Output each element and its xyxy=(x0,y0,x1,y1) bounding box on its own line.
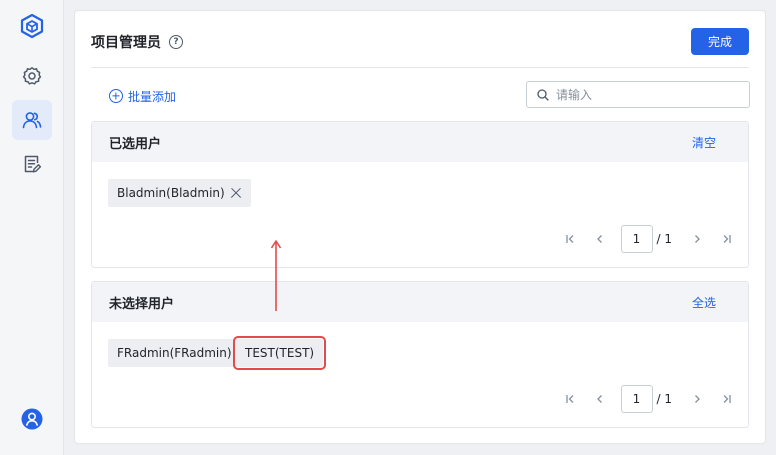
user-avatar-icon[interactable] xyxy=(12,399,52,439)
search-input[interactable] xyxy=(556,87,736,102)
page-number-input[interactable] xyxy=(620,225,653,253)
last-page-icon[interactable] xyxy=(715,387,739,411)
selected-user-label: Bladmin(Bladmin) xyxy=(117,186,225,200)
users-icon[interactable] xyxy=(12,100,52,140)
unselected-users-header: 未选择用户 全选 xyxy=(92,282,748,322)
page-number-input[interactable] xyxy=(620,385,653,413)
unselected-users-title: 未选择用户 xyxy=(109,296,175,312)
remove-icon[interactable] xyxy=(231,188,242,199)
unselected-users-section: 未选择用户 全选 FRadmin(FRadmin) TEST(TEST) / 1 xyxy=(91,281,749,428)
clear-button[interactable]: 清空 xyxy=(692,134,716,151)
selected-user-tag[interactable]: Bladmin(Bladmin) xyxy=(108,179,251,207)
select-all-button[interactable]: 全选 xyxy=(692,294,716,311)
unselected-user-tag[interactable]: FRadmin(FRadmin) xyxy=(108,339,241,367)
search-icon xyxy=(537,88,549,101)
cube-logo-icon[interactable] xyxy=(12,6,52,46)
selected-users-section: 已选用户 清空 Bladmin(Bladmin) / 1 xyxy=(91,121,749,268)
selected-users-header: 已选用户 清空 xyxy=(92,122,748,162)
plus-circle-icon xyxy=(109,89,123,103)
prev-page-icon[interactable] xyxy=(588,227,612,251)
gear-icon[interactable] xyxy=(12,56,52,96)
search-box[interactable] xyxy=(526,81,750,108)
page-total: / 1 xyxy=(656,232,673,246)
selected-users-title: 已选用户 xyxy=(109,136,162,152)
batch-add-button[interactable]: 批量添加 xyxy=(109,86,176,106)
first-page-icon[interactable] xyxy=(558,227,582,251)
header-divider xyxy=(91,67,749,68)
next-page-icon[interactable] xyxy=(685,227,709,251)
last-page-icon[interactable] xyxy=(715,227,739,251)
batch-add-label: 批量添加 xyxy=(128,89,177,104)
panel-header: 项目管理员 ? xyxy=(91,31,183,53)
help-icon[interactable]: ? xyxy=(169,35,183,49)
unselected-pagination: / 1 xyxy=(555,385,743,413)
page-total: / 1 xyxy=(656,392,673,406)
prev-page-icon[interactable] xyxy=(588,387,612,411)
page-title: 项目管理员 xyxy=(91,35,161,51)
selected-pagination: / 1 xyxy=(555,225,743,253)
edit-list-icon[interactable] xyxy=(12,144,52,184)
sidebar xyxy=(0,0,64,455)
done-button[interactable]: 完成 xyxy=(691,28,749,55)
first-page-icon[interactable] xyxy=(558,387,582,411)
project-admin-panel: 项目管理员 ? 完成 批量添加 已选用户 清空 Bladmin(Bladmin) xyxy=(74,10,766,444)
next-page-icon[interactable] xyxy=(685,387,709,411)
unselected-user-tag-highlighted[interactable]: TEST(TEST) xyxy=(232,336,327,370)
unselected-user-label: FRadmin(FRadmin) xyxy=(117,346,232,360)
unselected-user-label: TEST(TEST) xyxy=(245,346,315,360)
